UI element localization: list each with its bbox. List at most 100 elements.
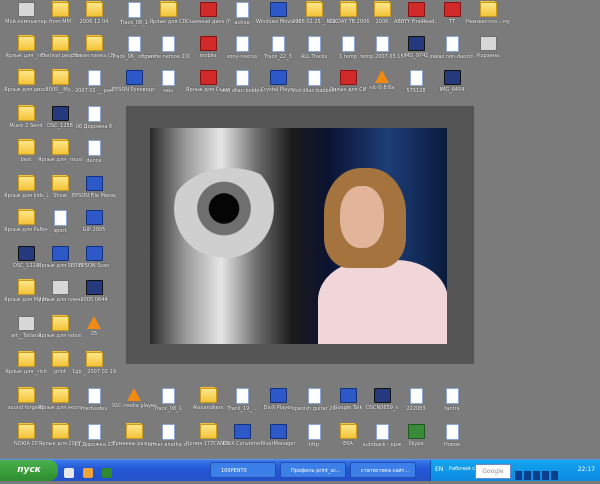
red-icon (199, 2, 217, 17)
folder-icon (51, 424, 69, 439)
desktop-icon-label: farmer anatha sting (146, 442, 190, 448)
folder-icon (85, 2, 103, 17)
desktop-icon[interactable]: farmer anatha sting (146, 424, 190, 458)
doc-icon (445, 424, 459, 440)
desktop-icon-label: Track_08_1 (154, 406, 182, 412)
desktop-icon[interactable]: EPSON File Manager (72, 176, 116, 210)
messenger-icon[interactable] (102, 468, 113, 478)
desktop-icon-label: Новое (444, 442, 460, 448)
tray-app-icon[interactable] (515, 471, 522, 480)
system-tray: EN Рабочий стол Google 22:17 (430, 460, 600, 481)
folder-icon (17, 280, 35, 295)
tray-app-icon[interactable] (524, 471, 531, 480)
folder-icon (199, 424, 217, 439)
doc-icon (235, 36, 249, 52)
desktop-icon[interactable]: EPSON Scan (72, 246, 116, 280)
desktop-icon-label: 2007 02 __ рек (74, 88, 114, 94)
desktop-icon-label: 25 (90, 331, 98, 337)
google-search-field[interactable]: Google (475, 464, 511, 479)
blue-icon (269, 2, 287, 17)
desktop-icon[interactable]: 2007 02 __ рек (72, 70, 116, 104)
desktop-icon[interactable]: Новая папка (2) (72, 36, 116, 70)
blue-icon (269, 388, 287, 403)
desktop-icon[interactable]: 2006 12 04 (72, 2, 116, 36)
doc-icon (341, 36, 355, 52)
doc-icon (375, 36, 389, 52)
blue-icon (269, 424, 287, 439)
folder-icon (17, 176, 35, 191)
media-icon (17, 246, 35, 261)
green-icon (407, 424, 425, 439)
desktop-icon-label: naiu (162, 88, 174, 94)
folder-icon (51, 316, 69, 331)
folder-icon (17, 352, 35, 367)
tray-icons (515, 465, 560, 484)
desktop-icon[interactable]: 13 Дорожка 13 (72, 424, 116, 458)
desktop-icon[interactable]: Ярлык для CD (146, 2, 190, 36)
folder-icon (125, 424, 143, 439)
taskbar-button-profile[interactable]: Профиль print_sc... (280, 462, 346, 478)
desktop-icon[interactable]: IMG_8454 (430, 70, 474, 104)
folder-icon (479, 2, 497, 17)
gray-icon (17, 2, 35, 17)
start-button[interactable]: пуск (0, 460, 58, 481)
desktop-icon[interactable]: nashe nemoe 2005 (146, 36, 190, 70)
orange-icon (375, 70, 389, 83)
folder-icon (339, 424, 357, 439)
desktop-icon[interactable]: Корзина (466, 36, 510, 70)
folder-icon (51, 352, 69, 367)
desktop-icon[interactable]: dance (72, 140, 116, 174)
folder-icon (17, 36, 35, 51)
tray-app-icon[interactable] (551, 471, 558, 480)
desktop-icon[interactable]: naiu (146, 70, 190, 104)
desktop-icon[interactable]: 06 Дорожка 6 (72, 106, 116, 140)
taskbar-button-stats[interactable]: статистика сайт... (350, 462, 416, 478)
show-desktop-icon[interactable] (64, 468, 74, 478)
browser-icon[interactable] (83, 468, 94, 478)
desktop-icon[interactable]: tantra (430, 388, 474, 422)
desktop-icon[interactable]: 2005 0644 (72, 280, 116, 314)
doc-icon (271, 36, 285, 52)
folder-icon (17, 140, 35, 155)
media-icon (85, 280, 103, 295)
tray-app-icon[interactable] (542, 471, 549, 480)
blue-icon (85, 176, 103, 191)
desktop-icon[interactable]: medvedev (72, 388, 116, 422)
blue-icon (51, 246, 69, 261)
blue-icon (125, 70, 143, 85)
doc-icon (445, 36, 459, 52)
tray-app-icon[interactable] (533, 471, 540, 480)
desktop-icon[interactable]: Новое (430, 424, 474, 458)
doc-icon (87, 140, 101, 156)
doc-icon (87, 106, 101, 122)
folder-icon (199, 388, 217, 403)
blue-icon (85, 246, 103, 261)
doc-icon (87, 70, 101, 86)
desktop-icon[interactable]: 25 (72, 316, 116, 350)
doc-icon (235, 388, 249, 404)
desktop-icon[interactable]: Неизвестно... музыки (466, 2, 510, 36)
desktop-icon[interactable]: GIP 2005 (72, 210, 116, 244)
folder-icon (17, 388, 35, 403)
gray-icon (479, 36, 497, 51)
folder-icon (159, 2, 177, 17)
doc-icon (161, 70, 175, 86)
quick-launch (62, 464, 212, 478)
desktop-icon[interactable]: 1gb _ 2007 02 19 (72, 352, 116, 386)
desktop: Мой компьютер Ярлык для _rich Ярлык для ди… (0, 0, 600, 459)
language-indicator[interactable]: EN (435, 466, 443, 473)
doc-icon (161, 424, 175, 440)
person-image (318, 168, 447, 344)
gray-icon (51, 280, 69, 295)
doc-icon (307, 388, 321, 404)
doc-icon (161, 36, 175, 52)
desktop-icon-label: 2005 0644 (80, 297, 108, 303)
doc-icon (127, 36, 141, 52)
doc-icon (87, 388, 101, 404)
desktop-icon[interactable]: Track_08_1 (146, 388, 190, 422)
wallpaper-photo (150, 128, 447, 344)
media-icon (443, 70, 461, 85)
doc-icon (235, 2, 249, 18)
taskbar-button-100pentx[interactable]: 100PENTX (210, 462, 276, 478)
desktop-icon-label: Неизвестно... музыки (466, 19, 510, 25)
